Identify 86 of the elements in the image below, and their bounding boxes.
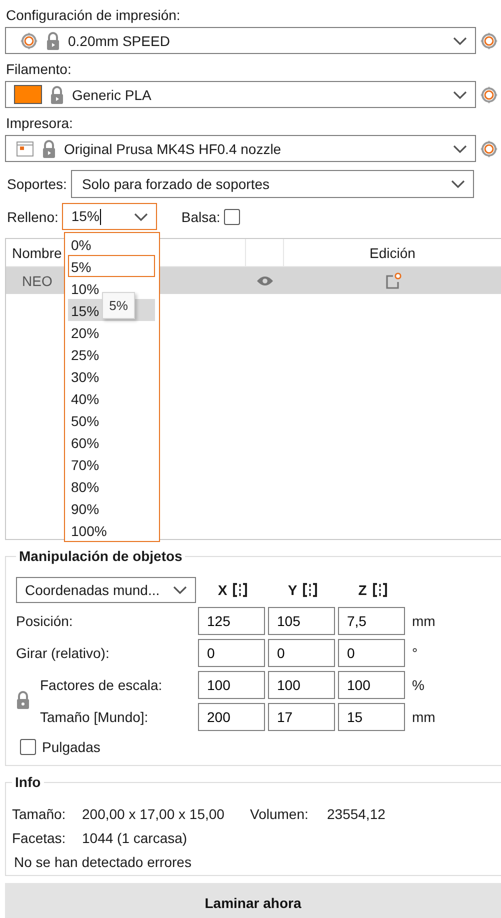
number-field[interactable]: 100	[268, 671, 335, 699]
number-field[interactable]: 125	[198, 607, 265, 635]
number-field[interactable]: 7,5	[338, 607, 405, 635]
dropdown-option[interactable]: 40%	[68, 387, 155, 409]
number-field[interactable]: 100	[198, 671, 265, 699]
coordinates-dropdown[interactable]: Coordenadas mund...	[16, 577, 196, 603]
section-title: Info	[12, 774, 44, 790]
info-text: Volumen:	[250, 805, 310, 823]
infill-dropdown[interactable]: 15%	[62, 203, 158, 230]
number-field[interactable]: 0	[198, 639, 265, 667]
column-header[interactable]: Nombre	[12, 244, 62, 260]
chevron-icon	[450, 180, 465, 188]
field-label: Posición:	[16, 613, 74, 629]
unit-label: %	[411, 677, 426, 693]
drop-to-bed-icon[interactable]	[302, 582, 318, 598]
chevron-icon	[453, 90, 467, 98]
section-title: Manipulación de objetos	[16, 548, 186, 564]
dropdown-option[interactable]: 80%	[68, 475, 155, 497]
preset-label: Configuración de impresión:	[6, 6, 182, 24]
object-name: NEO	[22, 272, 52, 288]
number-field[interactable]: 105	[268, 607, 335, 635]
field-label: Tamaño [Mundo]:	[39, 709, 150, 725]
dropdown-option[interactable]: 20%	[68, 321, 155, 343]
column-header[interactable]: Edición	[370, 244, 416, 260]
chevron-icon	[173, 586, 187, 594]
dropdown-option[interactable]: 5%	[68, 255, 155, 277]
field-label: Factores de escala:	[39, 677, 164, 693]
supports-dropdown[interactable]: Solo para forzado de soportes	[70, 170, 474, 198]
inches-checkbox[interactable]	[20, 739, 36, 755]
preset-dropdown[interactable]: 0.20mm SPEED	[5, 27, 476, 54]
slice-button[interactable]: Laminar ahora	[5, 883, 501, 918]
axis-label: Z	[358, 582, 367, 598]
drop-to-bed-icon[interactable]	[232, 582, 248, 598]
dropdown-option[interactable]: 50%	[68, 409, 155, 431]
infill-label: Relleno:	[7, 208, 58, 224]
edit-icon[interactable]	[384, 272, 402, 290]
text-cursor	[100, 209, 102, 226]
number-field[interactable]: 0	[338, 639, 405, 667]
info-text: Facetas:	[12, 829, 67, 847]
brim-checkbox[interactable]	[224, 208, 240, 224]
color-swatch[interactable]	[14, 85, 42, 104]
dropdown-option[interactable]: 100%	[68, 519, 155, 541]
lock-icon	[50, 86, 64, 104]
dropdown-option[interactable]: 90%	[68, 497, 155, 519]
chevron-icon	[453, 144, 467, 152]
dropdown-option[interactable]: 25%	[68, 343, 155, 365]
inches-label: Pulgadas	[42, 739, 100, 755]
lock-icon[interactable]	[16, 690, 30, 708]
eye-icon[interactable]	[256, 274, 274, 286]
lock-icon	[46, 32, 60, 50]
dropdown-option[interactable]: 60%	[68, 431, 155, 453]
tooltip: 5%	[102, 292, 135, 319]
supports-label: Soportes:	[7, 176, 67, 192]
unit-label: mm	[411, 709, 436, 725]
chevron-icon	[134, 212, 148, 220]
status-message: No se han detectado errores	[13, 853, 192, 871]
preset-dropdown[interactable]: Original Prusa MK4S HF0.4 nozzle	[5, 135, 476, 162]
brim-label: Balsa:	[181, 208, 220, 224]
drop-to-bed-icon[interactable]	[372, 582, 388, 598]
info-text: 1044 (1 carcasa)	[82, 829, 188, 847]
settings-icon[interactable]	[480, 86, 498, 104]
unit-label: mm	[411, 613, 436, 629]
unit-label: °	[411, 645, 419, 661]
info-text: 200,00 x 17,00 x 15,00	[82, 805, 226, 823]
number-field[interactable]: 200	[198, 703, 265, 731]
axis-label: X	[218, 582, 228, 598]
number-field[interactable]: 100	[338, 671, 405, 699]
preset-label: Impresora:	[6, 114, 74, 132]
info-text: 23554,12	[327, 805, 386, 823]
number-field[interactable]: 15	[338, 703, 405, 731]
settings-icon[interactable]	[480, 140, 498, 158]
field-label: Girar (relativo):	[16, 645, 110, 661]
settings-icon[interactable]	[480, 32, 498, 50]
chevron-icon	[453, 36, 467, 44]
dropdown-option[interactable]: 70%	[68, 453, 155, 475]
dropdown-option[interactable]: 30%	[68, 365, 155, 387]
printer-icon	[16, 140, 34, 156]
axis-label: Y	[288, 582, 298, 598]
preset-dropdown[interactable]: Generic PLA	[5, 81, 476, 108]
lock-icon	[42, 140, 56, 158]
number-field[interactable]: 0	[268, 639, 335, 667]
preset-label: Filamento:	[6, 60, 72, 78]
gear-icon[interactable]	[20, 32, 38, 50]
dropdown-option[interactable]: 0%	[68, 233, 155, 255]
info-text: Tamaño:	[12, 805, 67, 823]
number-field[interactable]: 17	[268, 703, 335, 731]
